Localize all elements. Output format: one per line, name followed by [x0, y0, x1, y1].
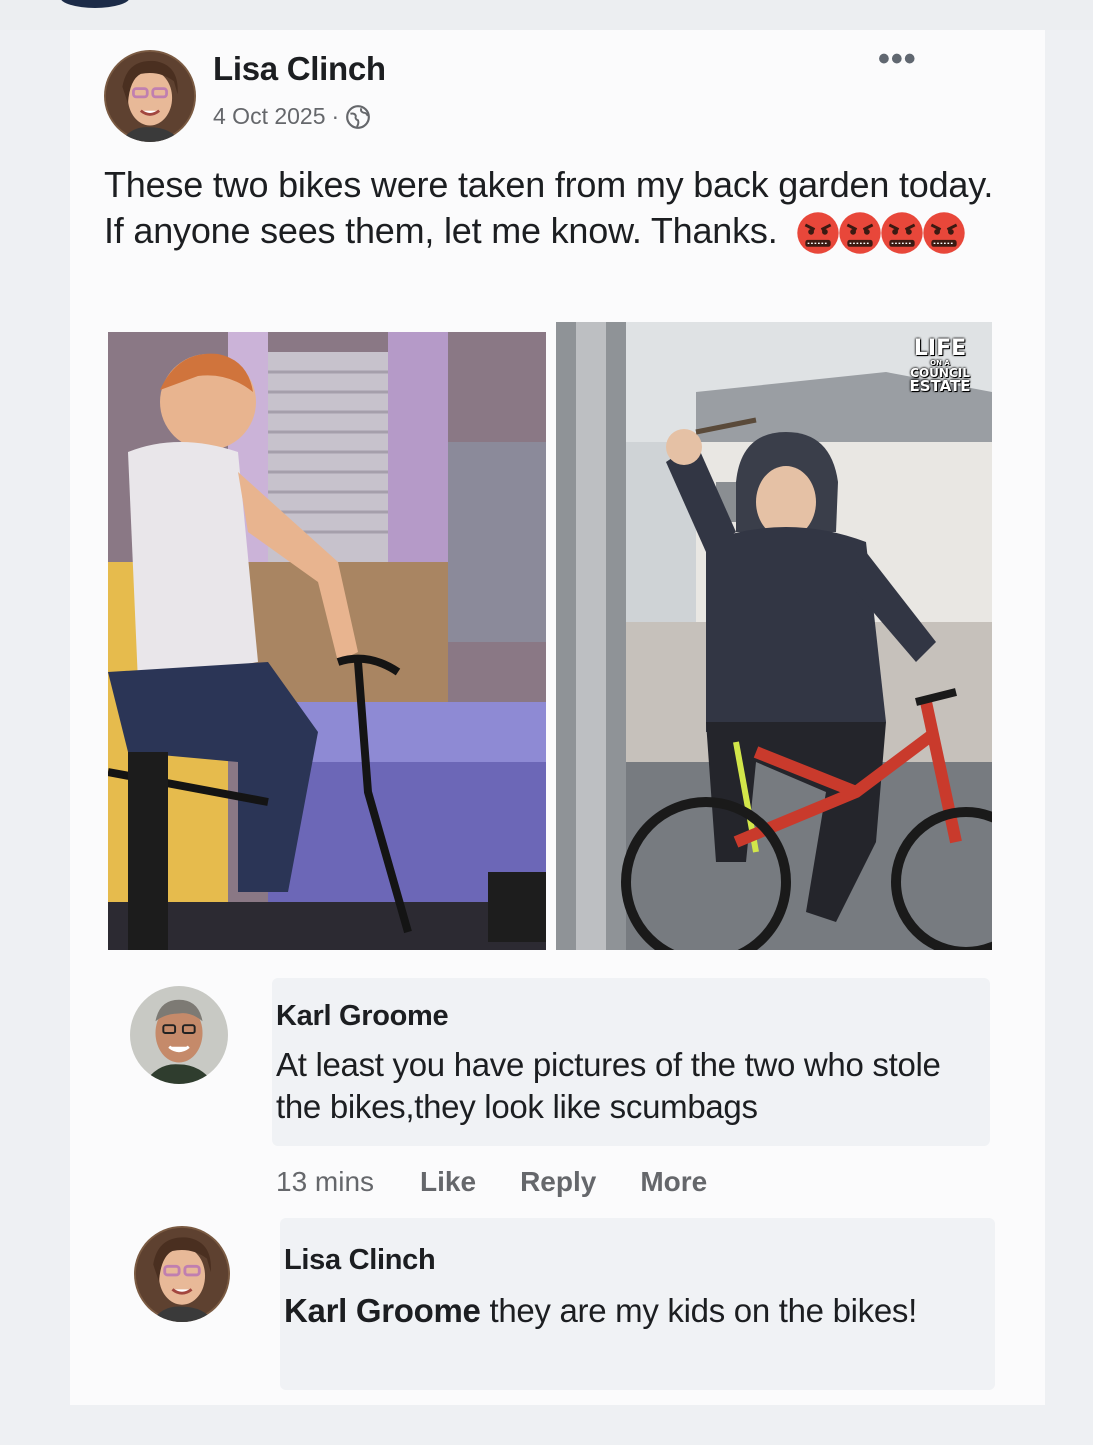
- more-options-icon[interactable]: •••: [878, 40, 917, 79]
- globe-icon: [346, 104, 371, 129]
- angry-face-emoji: [881, 212, 924, 255]
- comment-author-name[interactable]: Karl Groome: [276, 1000, 449, 1033]
- reply-button[interactable]: Reply: [520, 1166, 596, 1198]
- comment-author-name[interactable]: Lisa Clinch: [284, 1244, 436, 1277]
- post-author-name[interactable]: Lisa Clinch: [213, 50, 386, 88]
- comment-reply-text: they are my kids on the bikes!: [480, 1292, 918, 1329]
- post-meta: 4 Oct 2025 ·: [213, 103, 371, 130]
- post-photos: LIFE ON A COUNCIL ESTATE: [108, 322, 992, 950]
- more-button[interactable]: More: [640, 1166, 707, 1198]
- angry-face-emoji: [923, 212, 966, 255]
- meta-separator: ·: [331, 103, 340, 129]
- angry-face-emoji: [797, 212, 840, 255]
- post-text: These two bikes were taken from my back …: [104, 162, 1004, 256]
- comment-bubble-karl: Karl Groome At least you have pictures o…: [272, 978, 990, 1146]
- comment-text: Karl Groome they are my kids on the bike…: [284, 1290, 974, 1332]
- post-date[interactable]: 4 Oct 2025: [213, 103, 326, 130]
- top-strip: [0, 0, 1093, 30]
- emoji-row: [795, 210, 966, 256]
- photo-indoor-bike[interactable]: [108, 332, 546, 960]
- post-author-avatar[interactable]: [104, 50, 196, 142]
- watermark-logo: LIFE ON A COUNCIL ESTATE: [900, 338, 980, 394]
- watermark-line1: LIFE: [913, 336, 967, 361]
- comment-timestamp[interactable]: 13 mins: [276, 1166, 374, 1198]
- photo-outdoor-bike[interactable]: LIFE ON A COUNCIL ESTATE: [556, 322, 992, 950]
- top-avatar-fragment: [60, 0, 130, 8]
- comment-avatar-lisa[interactable]: [134, 1226, 230, 1322]
- comment-actions: 13 mins Like Reply More: [276, 1166, 751, 1198]
- like-button[interactable]: Like: [420, 1166, 476, 1198]
- mention-link[interactable]: Karl Groome: [284, 1292, 481, 1329]
- angry-face-emoji: [839, 212, 882, 255]
- watermark-line4: ESTATE: [909, 377, 971, 395]
- comment-avatar-karl[interactable]: [130, 986, 228, 1084]
- post-card: Lisa Clinch 4 Oct 2025 · ••• These two b…: [70, 30, 1045, 1405]
- comment-text: At least you have pictures of the two wh…: [276, 1046, 941, 1125]
- comment-bubble-lisa: Lisa Clinch Karl Groome they are my kids…: [280, 1218, 995, 1390]
